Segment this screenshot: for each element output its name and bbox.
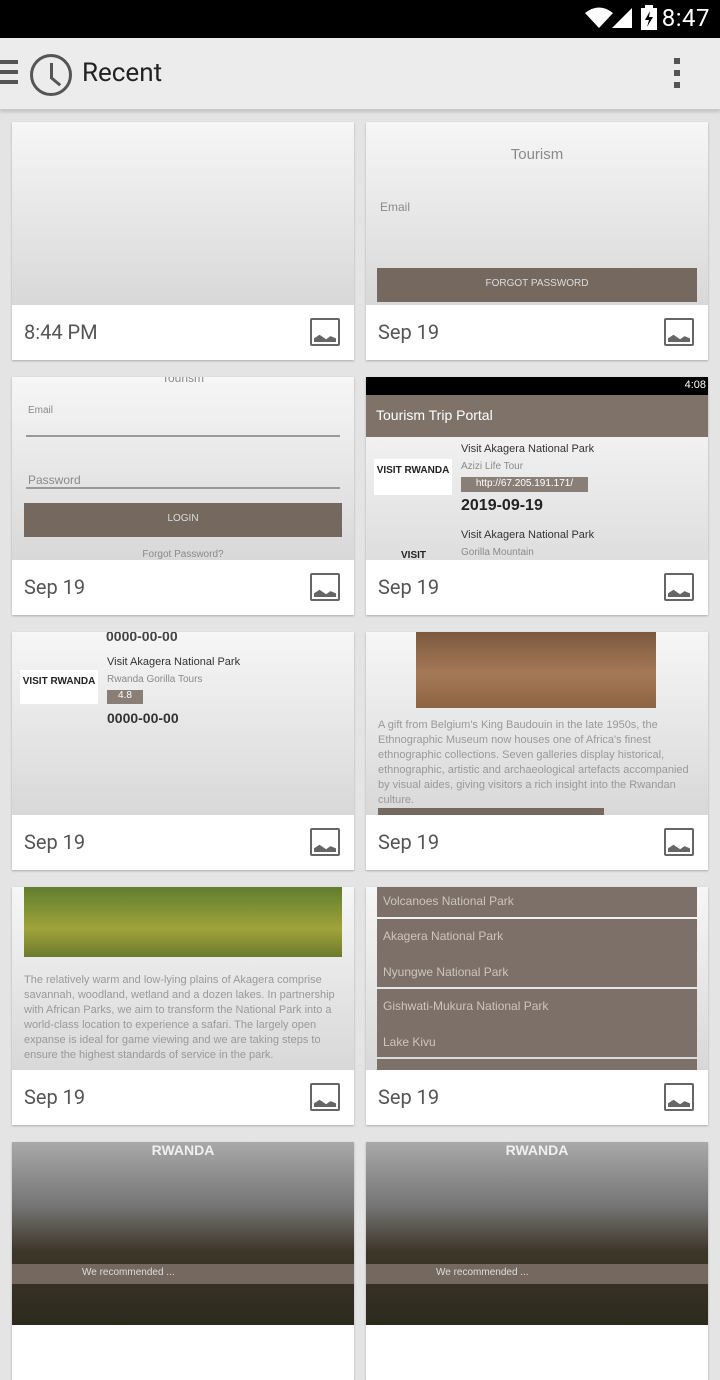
hamburger-menu-icon[interactable] (0, 60, 18, 88)
overflow-menu-icon[interactable] (674, 58, 682, 92)
image-icon (664, 573, 694, 601)
recent-card[interactable]: Volcanoes National Park Akagera National… (366, 887, 708, 1125)
card-thumbnail: Volcanoes National Park Akagera National… (366, 887, 708, 1070)
image-icon (664, 828, 694, 856)
signal-icon (612, 8, 632, 28)
recent-card[interactable]: Tourism Email Password LOGIN Forgot Pass… (12, 377, 354, 615)
card-caption: Sep 19 (24, 575, 86, 599)
card-thumbnail: RWANDA We recommended ... (12, 1142, 354, 1325)
card-thumbnail: Tourism Email Password LOGIN Forgot Pass… (12, 377, 354, 560)
status-bar: 8:47 (0, 0, 720, 38)
card-caption: Sep 19 (24, 830, 86, 854)
card-thumbnail: 4:08 Tourism Trip Portal VISIT RWANDA Vi… (366, 377, 708, 560)
card-thumbnail: Tourism Email FORGOT PASSWORD (366, 122, 708, 305)
thumb-photo (12, 1142, 354, 1325)
page-title: Recent (82, 58, 163, 88)
recent-card[interactable]: Tourism Email FORGOT PASSWORD Sep 19 (366, 122, 708, 360)
recent-card[interactable]: RWANDA We recommended ... (366, 1142, 708, 1380)
thumb-field: Email (380, 200, 411, 214)
image-icon (664, 1083, 694, 1111)
battery-charging-icon (641, 5, 657, 30)
thumb-button: LOGIN (24, 503, 342, 537)
thumb-photo (24, 887, 342, 957)
card-thumbnail: 0000-00-00 VISIT RWANDA Visit Akagera Na… (12, 632, 354, 815)
image-icon (664, 318, 694, 346)
card-thumbnail: RWANDA We recommended ... (366, 1142, 708, 1325)
clock-icon (30, 54, 72, 96)
card-caption: Sep 19 (378, 575, 440, 599)
card-caption: Sep 19 (24, 1085, 86, 1109)
image-icon (310, 1083, 340, 1111)
recent-grid: 8:44 PM Tourism Email FORGOT PASSWORD Se… (0, 110, 720, 1380)
app-bar: Recent (0, 38, 720, 110)
recent-card[interactable]: The relatively warm and low-lying plains… (12, 887, 354, 1125)
recent-card[interactable]: 4:08 Tourism Trip Portal VISIT RWANDA Vi… (366, 377, 708, 615)
card-caption: Sep 19 (378, 830, 440, 854)
thumb-button: FORGOT PASSWORD (377, 268, 697, 302)
recent-card[interactable]: A gift from Belgium's King Baudouin in t… (366, 632, 708, 870)
recent-card[interactable]: 8:44 PM (12, 122, 354, 360)
card-caption: Sep 19 (378, 320, 440, 344)
image-icon (310, 318, 340, 346)
thumb-photo (416, 632, 656, 708)
image-icon (310, 573, 340, 601)
thumb-title: Tourism (510, 146, 564, 163)
recent-card[interactable]: RWANDA We recommended ... (12, 1142, 354, 1380)
image-icon (310, 828, 340, 856)
card-caption: 8:44 PM (24, 320, 98, 344)
card-thumbnail (12, 122, 354, 305)
status-time: 8:47 (661, 4, 710, 32)
thumb-photo (366, 1142, 708, 1325)
card-caption: Sep 19 (378, 1085, 440, 1109)
recent-card[interactable]: 0000-00-00 VISIT RWANDA Visit Akagera Na… (12, 632, 354, 870)
card-thumbnail: A gift from Belgium's King Baudouin in t… (366, 632, 708, 815)
card-thumbnail: The relatively warm and low-lying plains… (12, 887, 354, 1070)
